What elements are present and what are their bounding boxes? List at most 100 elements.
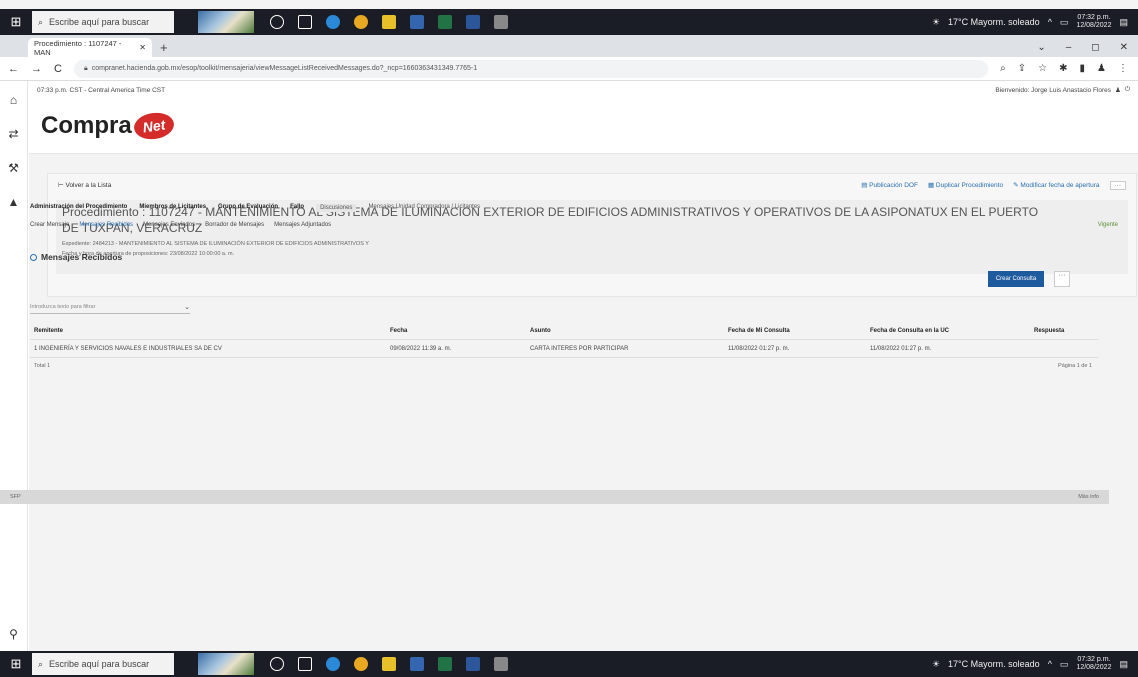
- tab-administracion[interactable]: Administración del Procedimiento: [30, 204, 127, 212]
- cell-remitente[interactable]: 1 INGENIERÍA Y SERVICIOS NAVALES E INDUS…: [34, 346, 390, 352]
- back-arrow-icon[interactable]: ←: [8, 63, 19, 75]
- clock[interactable]: 07:32 p.m. 12/08/2022: [1076, 656, 1111, 672]
- more-options-button[interactable]: ···: [1054, 271, 1070, 287]
- total-count: Total 1: [34, 363, 51, 369]
- col-remitente[interactable]: Remitente: [34, 328, 390, 334]
- clock[interactable]: 07:32 p.m. 12/08/2022: [1076, 14, 1111, 30]
- photos-icon[interactable]: [494, 15, 508, 29]
- tab-borrador[interactable]: Borrador de Mensajes: [205, 222, 264, 228]
- table-row[interactable]: 1 INGENIERÍA Y SERVICIOS NAVALES E INDUS…: [30, 340, 1098, 358]
- network-icon[interactable]: ▭: [1060, 17, 1069, 28]
- publicacion-dof-link[interactable]: ▤ Publicación DOF: [861, 181, 918, 189]
- col-fecha-mi-consulta[interactable]: Fecha de Mi Consulta: [728, 328, 870, 334]
- zoom-icon[interactable]: ⌕: [1000, 63, 1006, 74]
- file-explorer-icon[interactable]: [382, 657, 396, 671]
- photos-icon[interactable]: [494, 657, 508, 671]
- chrome-icon[interactable]: [354, 15, 368, 29]
- word-icon[interactable]: [466, 657, 480, 671]
- tray-chevron-icon[interactable]: ^: [1048, 17, 1052, 27]
- minimize-icon[interactable]: –: [1066, 42, 1072, 53]
- col-respuesta[interactable]: Respuesta: [1034, 328, 1102, 334]
- taskbar-top: ⊞ ⌕ Escribe aquí para buscar ☀ 17°C Mayo…: [0, 9, 1138, 35]
- forward-arrow-icon[interactable]: →: [31, 63, 42, 75]
- file-explorer-icon[interactable]: [382, 15, 396, 29]
- excel-icon[interactable]: [438, 15, 452, 29]
- taskbar-search[interactable]: ⌕ Escribe aquí para buscar: [32, 653, 174, 675]
- tab-mensajes-recibidos[interactable]: Mensajes Recibidos: [79, 222, 133, 228]
- pagination[interactable]: Página 1 de 1: [1058, 363, 1098, 369]
- crear-consulta-button[interactable]: Crear Consulta: [988, 271, 1044, 287]
- chrome-icon[interactable]: [354, 657, 368, 671]
- profile-icon[interactable]: ♟: [1097, 63, 1106, 74]
- notifications-icon[interactable]: ▤: [1119, 17, 1128, 28]
- card-toolbar: ⊢ Volver a la Lista ▤ Publicación DOF ▦ …: [48, 174, 1136, 196]
- weather-icon[interactable]: ☀: [932, 17, 940, 28]
- tab-adjuntados[interactable]: Mensajes Adjuntados: [274, 222, 331, 228]
- tray-chevron-icon[interactable]: ^: [1048, 659, 1052, 669]
- edge-icon[interactable]: [326, 15, 340, 29]
- tab-mensajes-uc[interactable]: Mensajes Unidad Compradora / Licitantes: [368, 204, 480, 212]
- tab-miembros[interactable]: Miembros de Licitantes: [139, 204, 206, 212]
- windows-start-icon[interactable]: ⊞: [0, 9, 32, 35]
- excel-icon[interactable]: [438, 657, 452, 671]
- col-asunto[interactable]: Asunto: [530, 328, 728, 334]
- tab-crear-mensaje[interactable]: Crear Mensaje: [30, 222, 69, 228]
- task-view-icon[interactable]: [298, 657, 312, 671]
- word-icon[interactable]: [466, 15, 480, 29]
- restore-icon[interactable]: ◻: [1091, 42, 1099, 53]
- cortana-icon[interactable]: [270, 657, 284, 671]
- tab-grupo-evaluacion[interactable]: Grupo de Evaluación: [218, 204, 278, 212]
- cortana-icon[interactable]: [270, 15, 284, 29]
- weather-text[interactable]: 17°C Mayorm. soleado: [948, 17, 1040, 27]
- modificar-fecha-link[interactable]: ✎ Modificar fecha de apertura: [1013, 181, 1099, 189]
- tab-mensajes-enviados[interactable]: Mensajes Enviados: [143, 222, 195, 228]
- documents-icon[interactable]: ▲: [8, 195, 20, 209]
- logout-icon[interactable]: ⏻: [1125, 86, 1130, 94]
- menu-icon[interactable]: ⋮: [1118, 63, 1128, 74]
- taskbar-search-text: Escribe aquí para buscar: [49, 659, 150, 669]
- more-actions-button[interactable]: ···: [1109, 180, 1126, 190]
- outlook-icon[interactable]: [410, 15, 424, 29]
- duplicar-link[interactable]: ▦ Duplicar Procedimiento: [928, 181, 1003, 189]
- close-window-icon[interactable]: ✕: [1120, 42, 1128, 53]
- compranet-logo[interactable]: Compra Net: [41, 110, 176, 142]
- edge-icon[interactable]: [326, 657, 340, 671]
- filter-select[interactable]: Introduzca texto para filtrar ⌄: [30, 300, 190, 314]
- browser-tab[interactable]: Procedimiento : 1107247 - MAN ✕: [28, 38, 152, 57]
- browser-tabbar: Procedimiento : 1107247 - MAN ✕ + ⌄ – ◻ …: [0, 35, 1138, 57]
- col-fecha[interactable]: Fecha: [390, 328, 530, 334]
- search-icon: ⌕: [38, 658, 44, 669]
- windows-start-icon[interactable]: ⊞: [0, 651, 32, 677]
- cell-fecha-mi-consulta: 11/08/2022 01:27 p. m.: [728, 345, 790, 352]
- close-tab-icon[interactable]: ✕: [139, 43, 146, 52]
- home-icon[interactable]: ⌂: [10, 93, 17, 107]
- notifications-icon[interactable]: ▤: [1119, 659, 1128, 670]
- handshake-icon[interactable]: ⇄: [8, 127, 18, 141]
- url-field[interactable]: 🔒︎ compranet.hacienda.gob.mx/esop/toolki…: [73, 59, 989, 78]
- taskbar-search[interactable]: ⌕ Escribe aquí para buscar: [32, 11, 174, 33]
- taskbar-news-image[interactable]: [198, 11, 254, 33]
- share-icon[interactable]: ⇪: [1018, 63, 1026, 74]
- back-to-list-link[interactable]: ⊢ Volver a la Lista: [58, 181, 111, 189]
- rail-search-icon[interactable]: ⚲: [9, 627, 18, 641]
- reload-icon[interactable]: C: [54, 63, 62, 75]
- bookmark-star-icon[interactable]: ☆: [1038, 63, 1047, 74]
- procedures-icon[interactable]: ⚒: [8, 161, 19, 175]
- footer-right-link[interactable]: Más info: [1078, 494, 1099, 500]
- new-tab-icon[interactable]: +: [160, 40, 168, 55]
- taskbar-news-image[interactable]: [198, 653, 254, 675]
- tab-fallo[interactable]: Fallo: [290, 204, 304, 212]
- outlook-icon[interactable]: [410, 657, 424, 671]
- task-view-icon[interactable]: [298, 15, 312, 29]
- sidebar-icon[interactable]: ▮: [1080, 63, 1086, 74]
- tab-discusiones[interactable]: Discusiones: [316, 204, 357, 212]
- cell-asunto[interactable]: CARTA INTERES POR PARTICIPAR: [530, 346, 728, 352]
- network-icon[interactable]: ▭: [1060, 659, 1069, 670]
- tab-search-icon[interactable]: ⌄: [1037, 42, 1045, 53]
- refresh-icon[interactable]: [30, 253, 37, 261]
- weather-text[interactable]: 17°C Mayorm. soleado: [948, 659, 1040, 669]
- extensions-icon[interactable]: ✱: [1059, 63, 1067, 74]
- col-fecha-consulta-uc[interactable]: Fecha de Consulta en la UC: [870, 328, 1034, 334]
- weather-icon[interactable]: ☀: [932, 659, 940, 670]
- user-info[interactable]: Bienvenido: Jorge Luis Anastacio Flores …: [995, 86, 1130, 94]
